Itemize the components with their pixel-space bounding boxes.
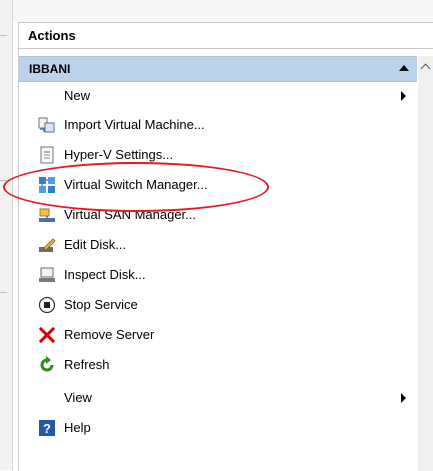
menu-item-label: Help [64, 420, 91, 435]
menu-item-virtual-san-manager[interactable]: Virtual SAN Manager... [19, 201, 417, 229]
menu-item-help[interactable]: ? Help [19, 414, 417, 442]
pane-tick [0, 180, 7, 181]
import-vm-icon [38, 117, 55, 133]
virtual-switch-icon [39, 177, 55, 193]
actions-title: Actions [28, 28, 76, 43]
virtual-san-icon [39, 208, 55, 222]
menu-item-label: Inspect Disk... [64, 267, 146, 282]
menu-item-label: Import Virtual Machine... [64, 117, 205, 132]
menu-item-remove-server[interactable]: Remove Server [19, 321, 417, 349]
menu-item-label: Stop Service [64, 297, 138, 312]
menu-item-refresh[interactable]: Refresh [19, 351, 417, 379]
edit-disk-icon [39, 238, 56, 252]
refresh-icon [40, 356, 54, 372]
menu-item-inspect-disk[interactable]: Inspect Disk... [19, 261, 417, 289]
menu-item-label: View [64, 390, 92, 405]
menu-item-import-virtual-machine[interactable]: Import Virtual Machine... [19, 111, 417, 139]
menu-item-edit-disk[interactable]: Edit Disk... [19, 231, 417, 259]
left-pane-edge [0, 0, 13, 470]
menu-item-label: New [64, 88, 91, 103]
top-gap [13, 0, 433, 22]
menu-item-label: Hyper-V Settings... [64, 147, 174, 162]
collapse-arrow-icon[interactable] [399, 65, 409, 71]
menu-item-view[interactable]: View [19, 384, 417, 412]
actions-pane: Actions IBBANI New Import Virtual Machin… [3, 22, 433, 471]
menu-item-label: Refresh [64, 357, 110, 372]
menu-item-label: Remove Server [64, 327, 155, 342]
menu-item-label: Edit Disk... [64, 237, 127, 252]
menu-item-new[interactable]: New [19, 82, 417, 110]
menu-item-label: Virtual Switch Manager... [64, 177, 208, 192]
scroll-up-icon[interactable] [420, 63, 431, 74]
settings-document-icon [40, 146, 54, 164]
inspect-disk-icon [39, 267, 55, 282]
pane-tick [0, 35, 7, 36]
svg-text:?: ? [43, 421, 51, 436]
menu-item-stop-service[interactable]: Stop Service [19, 291, 417, 319]
actions-header: Actions [19, 23, 433, 49]
vertical-scrollbar[interactable] [418, 56, 433, 471]
help-icon: ? [39, 420, 55, 436]
menu-item-hyper-v-settings[interactable]: Hyper-V Settings... [19, 141, 417, 169]
menu-item-virtual-switch-manager[interactable]: Virtual Switch Manager... [19, 171, 417, 199]
submenu-arrow-icon [401, 393, 406, 403]
server-name: IBBANI [29, 62, 71, 76]
pane-tick [0, 292, 7, 293]
stop-icon [38, 296, 56, 314]
server-group-header[interactable]: IBBANI [19, 56, 417, 82]
remove-icon [38, 326, 56, 344]
submenu-arrow-icon [401, 91, 406, 101]
menu-item-label: Virtual SAN Manager... [64, 207, 196, 222]
